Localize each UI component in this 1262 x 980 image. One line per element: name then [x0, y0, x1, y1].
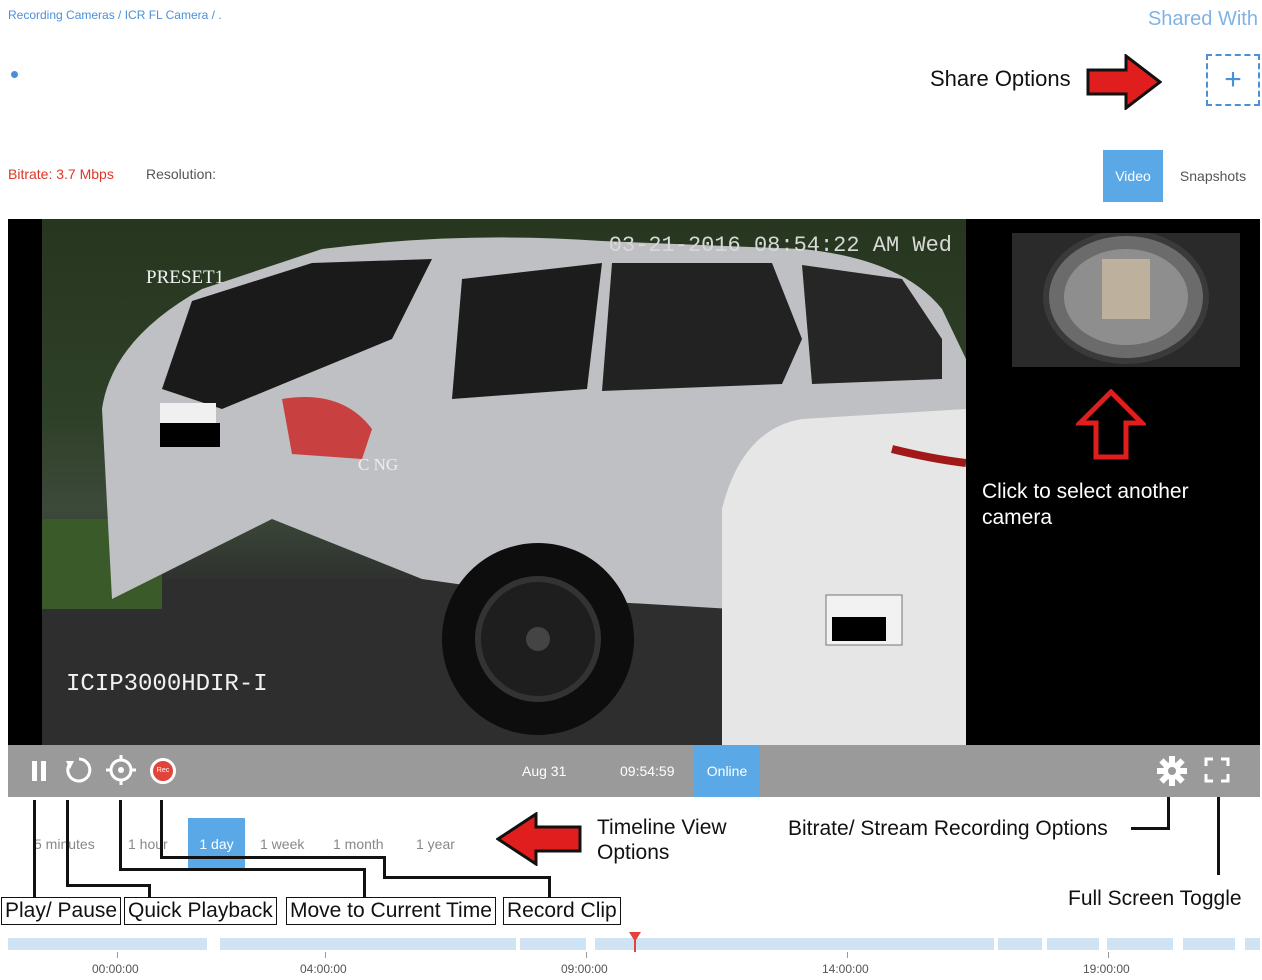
plate-overlay-text: C NG [358, 455, 399, 474]
timeline-option-5-minutes[interactable]: 5 minutes [34, 818, 95, 870]
osd-camera-name: ICIP3000HDIR-I [66, 671, 268, 698]
timeline-tick [325, 952, 326, 958]
connector-line [148, 884, 151, 897]
timeline-time-label: 19:00:00 [1083, 962, 1130, 976]
connector-line [1217, 797, 1220, 875]
connector-line [66, 800, 69, 886]
timeline-time-label: 14:00:00 [822, 962, 869, 976]
timeline-option-1-year[interactable]: 1 year [416, 818, 455, 870]
annotation-bitrate-stream-options: Bitrate/ Stream Recording Options [788, 817, 1108, 840]
shared-with-heading: Shared With [1147, 8, 1258, 30]
timeline-playhead[interactable] [629, 932, 641, 952]
breadcrumb[interactable]: Recording Cameras / ICR FL Camera / . [8, 8, 222, 22]
arrow-up-icon [1076, 389, 1146, 460]
osd-timestamp: 03-21-2016 08:54:22 AM Wed [608, 233, 952, 258]
connector-line [363, 868, 366, 897]
timeline-time-label: 00:00:00 [92, 962, 139, 976]
playback-control-bar: Rec Aug 31 09:54:59 Online [8, 745, 1260, 797]
pause-icon[interactable] [28, 759, 50, 783]
connector-line [383, 876, 551, 879]
bitrate-readout: Bitrate: 3.7 Mbps [8, 166, 114, 182]
video-frame[interactable]: 03-21-2016 08:54:22 AM Wed PRESET1 C NG … [42, 219, 966, 745]
status-badge: Online [694, 745, 760, 797]
playback-time: 09:54:59 [620, 763, 675, 779]
callout-move-to-current-time: Move to Current Time [286, 897, 496, 925]
fisheye-preview-image [1043, 233, 1209, 364]
connector-line [119, 868, 366, 871]
callout-play-pause: Play/ Pause [1, 897, 122, 925]
osd-preset-label: PRESET1 [146, 267, 225, 288]
fullscreen-icon[interactable] [1204, 757, 1230, 783]
connector-line [160, 800, 163, 858]
connector-line [119, 800, 122, 870]
annotation-timeline-view-line2: Options [597, 841, 670, 864]
camera-thumbnail[interactable] [1012, 233, 1240, 367]
timeline-option-1-day[interactable]: 1 day [188, 818, 245, 870]
resolution-readout: Resolution: [146, 166, 217, 182]
timeline-time-label: 09:00:00 [561, 962, 608, 976]
timeline-segment[interactable] [998, 938, 1042, 950]
timeline-segment[interactable] [8, 938, 207, 950]
timeline-tick [117, 952, 118, 958]
connector-line [548, 876, 551, 897]
connector-line [33, 800, 36, 897]
status-dot [11, 71, 18, 78]
timeline-segment[interactable] [1245, 938, 1260, 950]
timeline-segment[interactable] [1107, 938, 1173, 950]
annotation-select-camera-line1: Click to select another [982, 480, 1189, 503]
camera-scene-image [42, 237, 966, 745]
tab-snapshots[interactable]: Snapshots [1170, 150, 1256, 202]
annotation-fullscreen-toggle: Full Screen Toggle [1068, 887, 1242, 910]
add-share-button[interactable]: + [1206, 54, 1260, 106]
timeline-option-1-week[interactable]: 1 week [260, 818, 304, 870]
timeline-segment[interactable] [1047, 938, 1099, 950]
connector-line [1167, 797, 1170, 830]
tab-video[interactable]: Video [1103, 150, 1163, 202]
video-player[interactable]: 03-21-2016 08:54:22 AM Wed PRESET1 C NG … [8, 219, 1260, 745]
timeline-tick [1108, 952, 1109, 958]
record-icon[interactable]: Rec [150, 758, 176, 784]
connector-line [66, 884, 150, 887]
annotation-share-options: Share Options [930, 66, 1071, 91]
arrow-left-icon [496, 812, 582, 866]
timeline-segment[interactable] [520, 938, 586, 950]
annotation-select-camera-line2: camera [982, 506, 1053, 529]
playback-date: Aug 31 [522, 763, 567, 779]
timeline-tick [586, 952, 587, 958]
crosshair-icon[interactable] [106, 755, 136, 785]
callout-quick-playback: Quick Playback [124, 897, 277, 925]
connector-line [383, 856, 386, 878]
annotation-timeline-view-line1: Timeline View [597, 816, 727, 839]
callout-record-clip: Record Clip [503, 897, 621, 925]
timeline-segment[interactable] [220, 938, 516, 950]
timeline-segment[interactable] [595, 938, 994, 950]
timeline-option-1-month[interactable]: 1 month [333, 818, 384, 870]
connector-line [1131, 827, 1169, 830]
quick-playback-icon[interactable] [64, 755, 94, 785]
timeline-segment[interactable] [1183, 938, 1235, 950]
timeline-tick [847, 952, 848, 958]
gear-icon[interactable] [1156, 755, 1188, 787]
timeline-time-label: 04:00:00 [300, 962, 347, 976]
arrow-right-icon [1086, 54, 1162, 110]
connector-line [160, 856, 385, 859]
